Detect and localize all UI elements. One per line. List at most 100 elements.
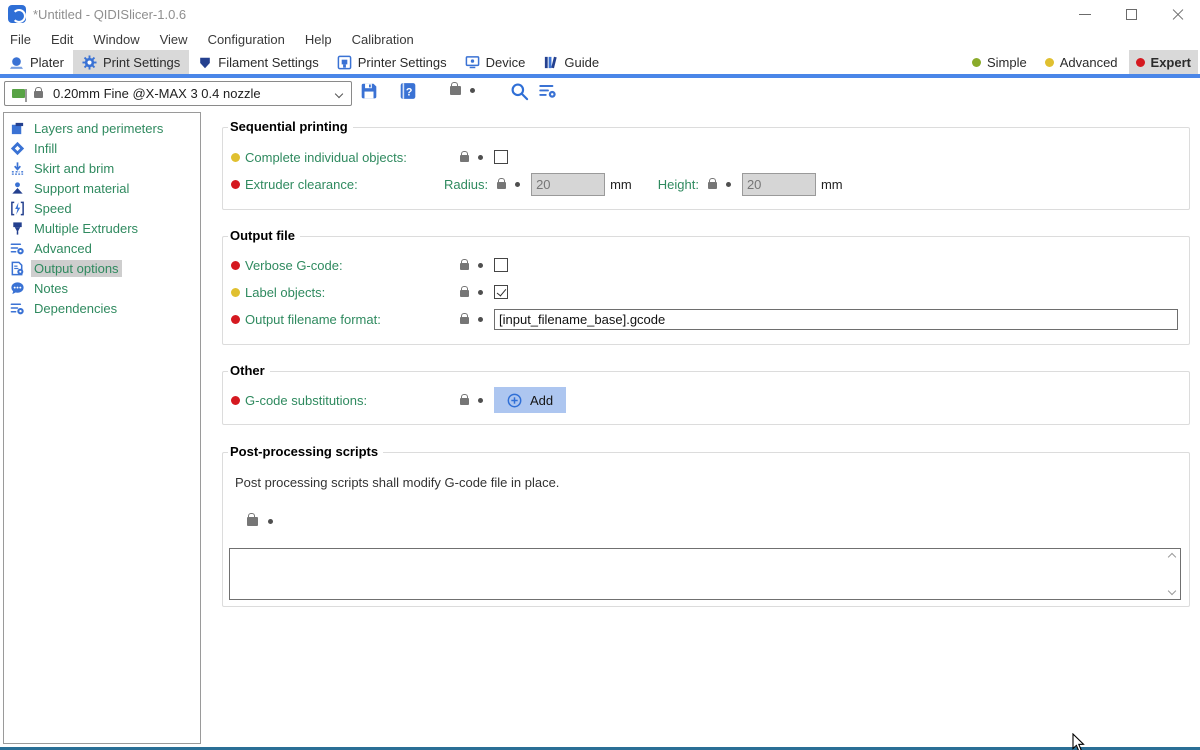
maximize-icon <box>1126 9 1137 20</box>
app-icon <box>8 5 26 23</box>
tab-device[interactable]: Device <box>456 50 535 74</box>
lock-icon[interactable] <box>460 155 469 162</box>
sidebar-item-dependencies[interactable]: Dependencies <box>4 298 200 318</box>
sidebar-item-speed[interactable]: Speed <box>4 198 200 218</box>
layers-icon <box>10 121 25 136</box>
complete-individual-objects-checkbox[interactable] <box>494 150 508 164</box>
mode-label: Advanced <box>1060 55 1118 70</box>
compare-presets-button[interactable] <box>538 82 558 100</box>
option-label: Verbose G-code: <box>245 258 460 273</box>
tab-print-settings[interactable]: Print Settings <box>73 50 189 74</box>
menu-file[interactable]: File <box>0 28 41 50</box>
scroll-down-icon[interactable] <box>1167 587 1175 595</box>
detach-preset-button[interactable]: ? <box>399 82 417 100</box>
lock-icon[interactable] <box>460 290 469 297</box>
search-button[interactable] <box>510 82 529 101</box>
scrollbar[interactable] <box>1164 550 1179 598</box>
tab-plater[interactable]: Plater <box>0 50 73 74</box>
sidebar-item-label: Skirt and brim <box>31 160 117 177</box>
tab-printer-settings[interactable]: Printer Settings <box>328 50 456 74</box>
search-icon <box>510 82 529 101</box>
guide-icon <box>543 55 558 70</box>
lock-icon[interactable] <box>247 517 258 526</box>
menu-view[interactable]: View <box>150 28 198 50</box>
sidebar-item-label: Notes <box>31 280 71 297</box>
modified-dot-icon[interactable] <box>478 290 483 295</box>
menu-configuration[interactable]: Configuration <box>198 28 295 50</box>
tab-label: Filament Settings <box>218 55 318 70</box>
scroll-up-icon[interactable] <box>1167 553 1175 561</box>
sidebar-item-label: Infill <box>31 140 60 157</box>
filament-icon <box>198 55 212 70</box>
lock-icon[interactable] <box>497 182 506 189</box>
minimize-icon <box>1079 14 1091 15</box>
menu-help[interactable]: Help <box>295 28 342 50</box>
title-bar: *Untitled - QIDISlicer-1.0.6 <box>0 0 1200 28</box>
modified-dot-icon[interactable] <box>478 317 483 322</box>
modified-dot-icon[interactable] <box>478 263 483 268</box>
close-icon <box>1171 8 1184 21</box>
sidebar-item-label: Advanced <box>31 240 95 257</box>
sidebar-item-support-material[interactable]: Support material <box>4 178 200 198</box>
preset-select[interactable]: 0.20mm Fine @X-MAX 3 0.4 nozzle <box>4 81 352 106</box>
mode-expert[interactable]: Expert <box>1129 50 1198 74</box>
option-label: Output filename format: <box>245 312 460 327</box>
sidebar-item-output-options[interactable]: Output options <box>4 258 200 278</box>
sidebar-item-multiple-extruders[interactable]: Multiple Extruders <box>4 218 200 238</box>
lock-icon[interactable] <box>460 263 469 270</box>
option-status-dot-icon <box>231 288 240 297</box>
height-label: Height: <box>658 177 699 192</box>
lock-icon[interactable] <box>708 182 717 189</box>
save-preset-button[interactable] <box>360 82 378 100</box>
output-filename-format-input[interactable] <box>494 309 1178 330</box>
modified-dot-icon[interactable] <box>268 519 273 524</box>
tab-guide[interactable]: Guide <box>534 50 608 74</box>
chevron-down-icon <box>335 90 343 98</box>
modified-dot-icon[interactable] <box>478 398 483 403</box>
option-label: G-code substitutions: <box>245 393 460 408</box>
menu-calibration[interactable]: Calibration <box>342 28 424 50</box>
post-processing-scripts-textarea[interactable] <box>229 548 1181 600</box>
modified-dot-icon[interactable] <box>515 182 520 187</box>
option-label: Complete individual objects: <box>245 150 460 165</box>
sidebar-item-infill[interactable]: Infill <box>4 138 200 158</box>
menu-window[interactable]: Window <box>83 28 149 50</box>
option-status-dot-icon <box>231 396 240 405</box>
unit-label: mm <box>610 177 632 192</box>
maximize-button[interactable] <box>1108 0 1154 28</box>
menu-edit[interactable]: Edit <box>41 28 83 50</box>
page-lock-indicator[interactable] <box>450 86 475 95</box>
mouse-cursor <box>1072 733 1086 750</box>
verbose-gcode-checkbox[interactable] <box>494 258 508 272</box>
label-objects-checkbox[interactable] <box>494 285 508 299</box>
lock-icon[interactable] <box>460 317 469 324</box>
svg-text:?: ? <box>406 86 413 98</box>
tab-filament-settings[interactable]: Filament Settings <box>189 50 327 74</box>
extruder-clearance-radius-input <box>531 173 605 196</box>
extruder-clearance-height-input <box>742 173 816 196</box>
sidebar-item-layers-and-perimeters[interactable]: Layers and perimeters <box>4 118 200 138</box>
option-status-dot-icon <box>231 315 240 324</box>
add-substitution-button[interactable]: Add <box>494 387 566 413</box>
unit-label: mm <box>821 177 843 192</box>
tab-label: Device <box>486 55 526 70</box>
skirt-icon <box>10 161 25 176</box>
sidebar-item-notes[interactable]: Notes <box>4 278 200 298</box>
device-icon <box>465 55 480 70</box>
option-status-dot-icon <box>231 153 240 162</box>
close-button[interactable] <box>1154 0 1200 28</box>
preset-name: 0.20mm Fine @X-MAX 3 0.4 nozzle <box>53 86 261 101</box>
notes-icon <box>10 281 25 296</box>
mode-simple[interactable]: Simple <box>965 50 1034 74</box>
lock-icon <box>34 91 43 98</box>
sidebar-item-skirt-and-brim[interactable]: Skirt and brim <box>4 158 200 178</box>
mode-label: Expert <box>1151 55 1191 70</box>
section-title: Other <box>228 363 270 378</box>
mode-advanced[interactable]: Advanced <box>1038 50 1125 74</box>
tab-label: Print Settings <box>103 55 180 70</box>
modified-dot-icon[interactable] <box>478 155 483 160</box>
lock-icon[interactable] <box>460 398 469 405</box>
minimize-button[interactable] <box>1062 0 1108 28</box>
modified-dot-icon[interactable] <box>726 182 731 187</box>
sidebar-item-advanced[interactable]: Advanced <box>4 238 200 258</box>
